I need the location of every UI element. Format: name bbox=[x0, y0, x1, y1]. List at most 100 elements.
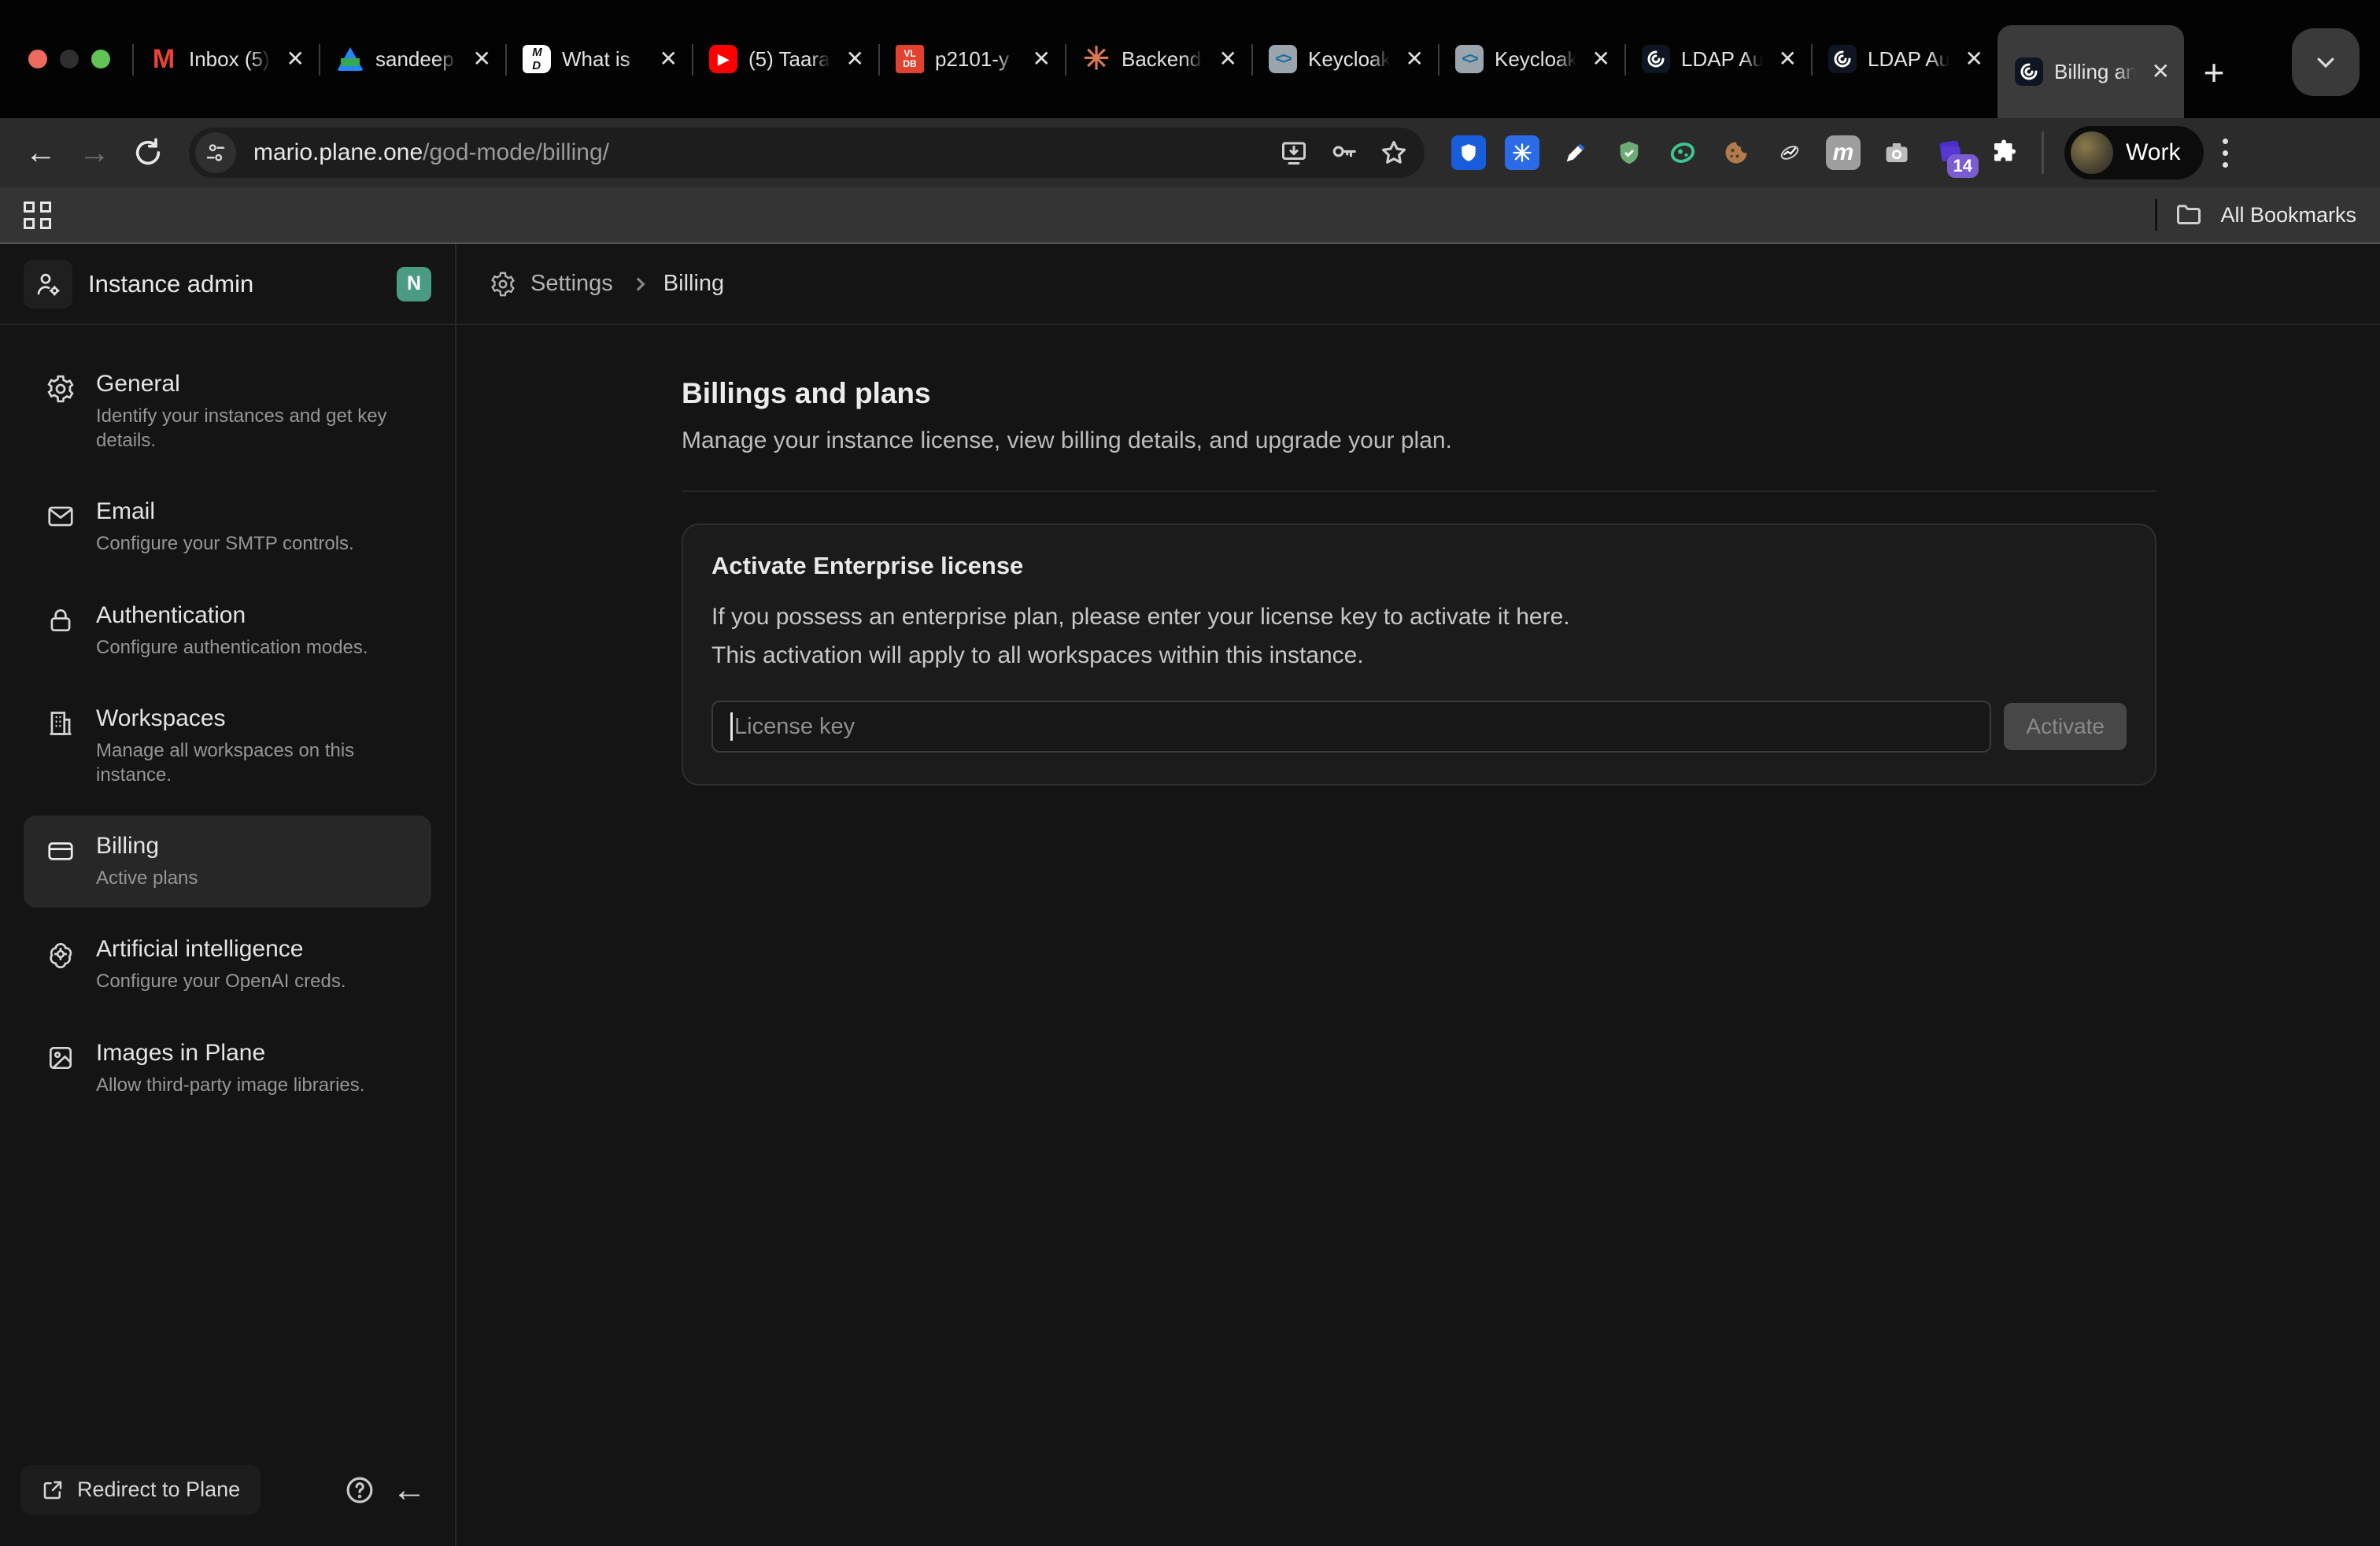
close-tab-icon[interactable]: ✕ bbox=[656, 45, 681, 73]
tab-what-is[interactable]: MD What is ✕ bbox=[505, 0, 692, 118]
sidebar-item-images-in-plane[interactable]: Images in Plane Allow third-party image … bbox=[24, 1023, 431, 1115]
toolbar-separator bbox=[2042, 131, 2044, 174]
minimize-window-button[interactable] bbox=[60, 50, 79, 68]
gmail-icon: M bbox=[150, 45, 178, 73]
keycloak-icon: <> bbox=[1455, 45, 1484, 73]
collapse-sidebar-icon[interactable]: ← bbox=[392, 1470, 427, 1510]
close-tab-icon[interactable]: ✕ bbox=[1962, 45, 1986, 73]
ext-eyedropper-icon[interactable] bbox=[1558, 135, 1593, 170]
license-key-input[interactable]: License key bbox=[711, 701, 1991, 753]
all-bookmarks-button[interactable]: All Bookmarks bbox=[2220, 203, 2356, 227]
image-icon bbox=[42, 1040, 79, 1076]
section-divider bbox=[682, 490, 2156, 492]
browser-menu-button[interactable] bbox=[2210, 139, 2241, 168]
chevron-right-icon bbox=[631, 277, 645, 290]
close-tab-icon[interactable]: ✕ bbox=[283, 45, 308, 73]
close-tab-icon[interactable]: ✕ bbox=[470, 45, 494, 73]
tab-taara[interactable]: ▶ (5) Taara ✕ bbox=[692, 0, 878, 118]
profile-button[interactable]: Work bbox=[2064, 126, 2204, 179]
card-description-line1: If you possess an enterprise plan, pleas… bbox=[711, 599, 2127, 636]
tab-billing-active[interactable]: Billing an ✕ bbox=[1998, 25, 2184, 118]
card-title: Activate Enterprise license bbox=[711, 552, 2127, 580]
tab-keycloak-1[interactable]: <> Keycloak ✕ bbox=[1251, 0, 1438, 118]
tab-p2101[interactable]: VLDB p2101-y ✕ bbox=[878, 0, 1065, 118]
extension-icons: m 14 bbox=[1451, 135, 2021, 170]
user-avatar-badge[interactable]: N bbox=[397, 267, 431, 301]
new-tab-button[interactable]: + bbox=[2184, 43, 2244, 102]
forward-button[interactable]: → bbox=[71, 129, 118, 176]
folder-icon bbox=[2175, 201, 2203, 229]
close-tab-icon[interactable]: ✕ bbox=[1589, 45, 1613, 73]
sidebar-footer: Redirect to Plane ← bbox=[0, 1465, 455, 1546]
close-tab-icon[interactable]: ✕ bbox=[1216, 45, 1240, 73]
text-caret bbox=[730, 712, 733, 741]
password-key-icon[interactable] bbox=[1329, 138, 1358, 168]
tab-keycloak-2[interactable]: <> Keycloak ✕ bbox=[1438, 0, 1624, 118]
ext-graph-icon[interactable] bbox=[1772, 135, 1807, 170]
maximize-window-button[interactable] bbox=[91, 50, 110, 68]
close-tab-icon[interactable]: ✕ bbox=[1402, 45, 1427, 73]
bookmark-star-icon[interactable] bbox=[1379, 138, 1409, 168]
sidebar-item-email[interactable]: Email Configure your SMTP controls. bbox=[24, 481, 431, 573]
help-icon[interactable] bbox=[343, 1474, 376, 1507]
ext-cookie-editor-icon[interactable] bbox=[1665, 135, 1700, 170]
tab-search-chevron-button[interactable] bbox=[2292, 28, 2360, 96]
brain-circuit-icon bbox=[42, 936, 79, 972]
plane-icon bbox=[1828, 45, 1857, 73]
ext-shield-green-icon[interactable] bbox=[1612, 135, 1646, 170]
close-window-button[interactable] bbox=[28, 50, 47, 68]
breadcrumb-settings[interactable]: Settings bbox=[530, 271, 613, 297]
page-subtitle: Manage your instance license, view billi… bbox=[682, 427, 2380, 454]
breadcrumb-billing: Billing bbox=[663, 271, 724, 297]
breadcrumb: Settings Billing bbox=[456, 244, 2380, 325]
tab-ldap-2[interactable]: LDAP Au ✕ bbox=[1811, 0, 1998, 118]
license-row: License key Activate bbox=[711, 701, 2127, 753]
address-bar[interactable]: mario.plane.one/god-mode/billing/ bbox=[189, 128, 1425, 178]
sidebar-item-authentication[interactable]: Authentication Configure authentication … bbox=[24, 585, 431, 677]
ext-cookie-icon[interactable] bbox=[1719, 135, 1754, 170]
close-tab-icon[interactable]: ✕ bbox=[1776, 45, 1800, 73]
plane-admin-app: Instance admin N General Identify your i… bbox=[0, 244, 2380, 1546]
extensions-puzzle-icon[interactable] bbox=[1986, 135, 2021, 170]
reload-button[interactable] bbox=[124, 129, 172, 176]
redirect-label: Redirect to Plane bbox=[77, 1478, 240, 1502]
plane-icon bbox=[1642, 45, 1670, 73]
tabs: M Inbox (5) ✕ sandeep ✕ MD What is ✕ ▶ (… bbox=[132, 0, 2292, 118]
tab-sandeep[interactable]: sandeep ✕ bbox=[319, 0, 505, 118]
activate-button[interactable]: Activate bbox=[2004, 703, 2127, 750]
instance-admin-icon bbox=[24, 260, 72, 309]
settings-gear-icon bbox=[490, 271, 516, 298]
plane-icon bbox=[2015, 57, 2043, 86]
close-tab-icon[interactable]: ✕ bbox=[1029, 45, 1054, 73]
lock-icon bbox=[42, 602, 79, 638]
sidebar-menu: General Identify your instances and get … bbox=[0, 325, 455, 1115]
youtube-icon: ▶ bbox=[709, 45, 737, 73]
close-tab-icon[interactable]: ✕ bbox=[843, 45, 867, 73]
sidebar-item-billing[interactable]: Billing Active plans bbox=[24, 816, 431, 908]
ext-shield-blue-icon[interactable] bbox=[1451, 135, 1486, 170]
back-button[interactable]: ← bbox=[17, 129, 65, 176]
sidebar-item-artificial-intelligence[interactable]: Artificial intelligence Configure your O… bbox=[24, 919, 431, 1011]
tab-ldap-1[interactable]: LDAP Au ✕ bbox=[1624, 0, 1811, 118]
ext-camera-icon[interactable] bbox=[1879, 135, 1914, 170]
install-app-icon[interactable] bbox=[1280, 139, 1308, 167]
site-info-icon[interactable] bbox=[195, 132, 236, 173]
ext-m-icon[interactable]: m bbox=[1826, 135, 1861, 170]
ext-snowflake-icon[interactable] bbox=[1505, 135, 1539, 170]
sidebar-item-general[interactable]: General Identify your instances and get … bbox=[24, 353, 431, 470]
sidebar-item-workspaces[interactable]: Workspaces Manage all workspaces on this… bbox=[24, 688, 431, 804]
url-text[interactable]: mario.plane.one/god-mode/billing/ bbox=[253, 139, 1275, 166]
billing-page: Billings and plans Manage your instance … bbox=[456, 325, 2380, 786]
redirect-to-plane-button[interactable]: Redirect to Plane bbox=[20, 1465, 261, 1515]
close-tab-icon[interactable]: ✕ bbox=[2149, 57, 2173, 86]
main-content: Settings Billing Billings and plans Mana… bbox=[456, 244, 2380, 1546]
ext-purple-icon[interactable]: 14 bbox=[1933, 135, 1968, 170]
extension-count-badge: 14 bbox=[1947, 154, 1979, 178]
apps-grid-icon[interactable] bbox=[24, 202, 51, 229]
sidebar: Instance admin N General Identify your i… bbox=[0, 244, 456, 1546]
browser-toolbar: ← → mario.plane.one/god-mode/billing/ bbox=[0, 118, 2380, 187]
starburst-icon: ✳ bbox=[1082, 45, 1111, 73]
tab-backend[interactable]: ✳ Backend ✕ bbox=[1065, 0, 1251, 118]
license-key-placeholder: License key bbox=[734, 714, 855, 740]
tab-inbox[interactable]: M Inbox (5) ✕ bbox=[132, 0, 319, 118]
